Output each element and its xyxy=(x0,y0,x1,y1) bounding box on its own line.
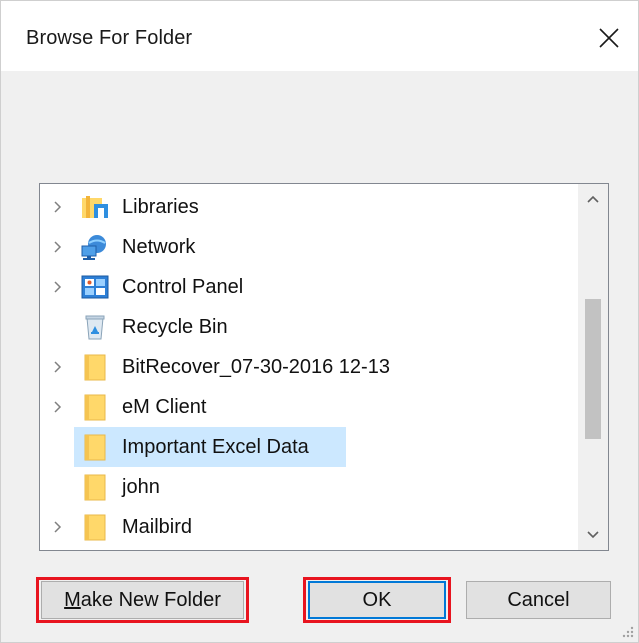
tree-item-label: Control Panel xyxy=(122,276,244,298)
tree-item-mailbird[interactable]: Mailbird xyxy=(40,507,578,547)
chevron-right-icon[interactable] xyxy=(50,359,66,375)
tree-item-label: eM Client xyxy=(122,396,207,418)
make-new-folder-button[interactable]: Make New Folder xyxy=(41,581,244,619)
folder-tree[interactable]: Libraries Network Control Panel Recycle … xyxy=(39,183,609,551)
tree-item-recycle-bin[interactable]: Recycle Bin xyxy=(40,307,578,347)
tree-item-libraries[interactable]: Libraries xyxy=(40,187,578,227)
tree-item-network[interactable]: Network xyxy=(40,227,578,267)
tree-item-label: Libraries xyxy=(122,196,199,218)
tree-item-label: BitRecover_07-30-2016 12-13 xyxy=(122,356,390,378)
chevron-right-icon[interactable] xyxy=(50,519,66,535)
tree-item-label: Recycle Bin xyxy=(122,316,228,338)
browse-for-folder-dialog: Browse For Folder Libraries Network Cont… xyxy=(0,0,639,643)
tree-item-label: Important Excel Data xyxy=(122,436,309,458)
tree-item-john[interactable]: john xyxy=(40,467,578,507)
tree-item-bitrecover[interactable]: BitRecover_07-30-2016 12-13 xyxy=(40,347,578,387)
tree-item-label: Mailbird xyxy=(122,516,193,538)
libraries-icon xyxy=(82,196,108,218)
button-label: Cancel xyxy=(507,588,570,611)
control-panel-icon xyxy=(81,275,109,299)
chevron-down-icon xyxy=(587,531,599,539)
chevron-right-icon[interactable] xyxy=(50,399,66,415)
title-bar: Browse For Folder xyxy=(1,1,638,71)
scroll-down-button[interactable] xyxy=(578,520,608,550)
vertical-scrollbar[interactable] xyxy=(578,184,608,550)
button-label: ake New Folder xyxy=(80,588,221,611)
network-icon xyxy=(81,235,106,260)
ok-button[interactable]: OK xyxy=(308,581,446,619)
folder-icon xyxy=(84,474,106,501)
scroll-up-button[interactable] xyxy=(578,184,608,214)
folder-icon xyxy=(84,394,106,421)
scroll-thumb[interactable] xyxy=(585,299,601,439)
tree-item-control-panel[interactable]: Control Panel xyxy=(40,267,578,307)
button-label: OK xyxy=(362,588,392,611)
folder-icon xyxy=(84,514,106,541)
chevron-right-icon[interactable] xyxy=(50,279,66,295)
dialog-title: Browse For Folder xyxy=(26,27,193,49)
tree-item-label: john xyxy=(122,476,160,498)
chevron-up-icon xyxy=(587,195,599,203)
folder-tree-list: Libraries Network Control Panel Recycle … xyxy=(40,187,578,547)
folder-icon xyxy=(84,434,106,461)
cancel-button[interactable]: Cancel xyxy=(466,581,611,619)
recycle-bin-icon xyxy=(85,315,105,340)
tree-item-label: Network xyxy=(122,236,196,258)
folder-icon xyxy=(84,354,106,381)
mnemonic-letter: M xyxy=(64,588,81,611)
tree-item-em-client[interactable]: eM Client xyxy=(40,387,578,427)
resize-grip-icon[interactable] xyxy=(621,625,635,639)
close-button[interactable] xyxy=(592,21,626,55)
chevron-right-icon[interactable] xyxy=(50,199,66,215)
chevron-right-icon[interactable] xyxy=(50,239,66,255)
tree-item-important-excel-data[interactable]: Important Excel Data xyxy=(40,427,578,467)
close-icon xyxy=(599,28,619,48)
